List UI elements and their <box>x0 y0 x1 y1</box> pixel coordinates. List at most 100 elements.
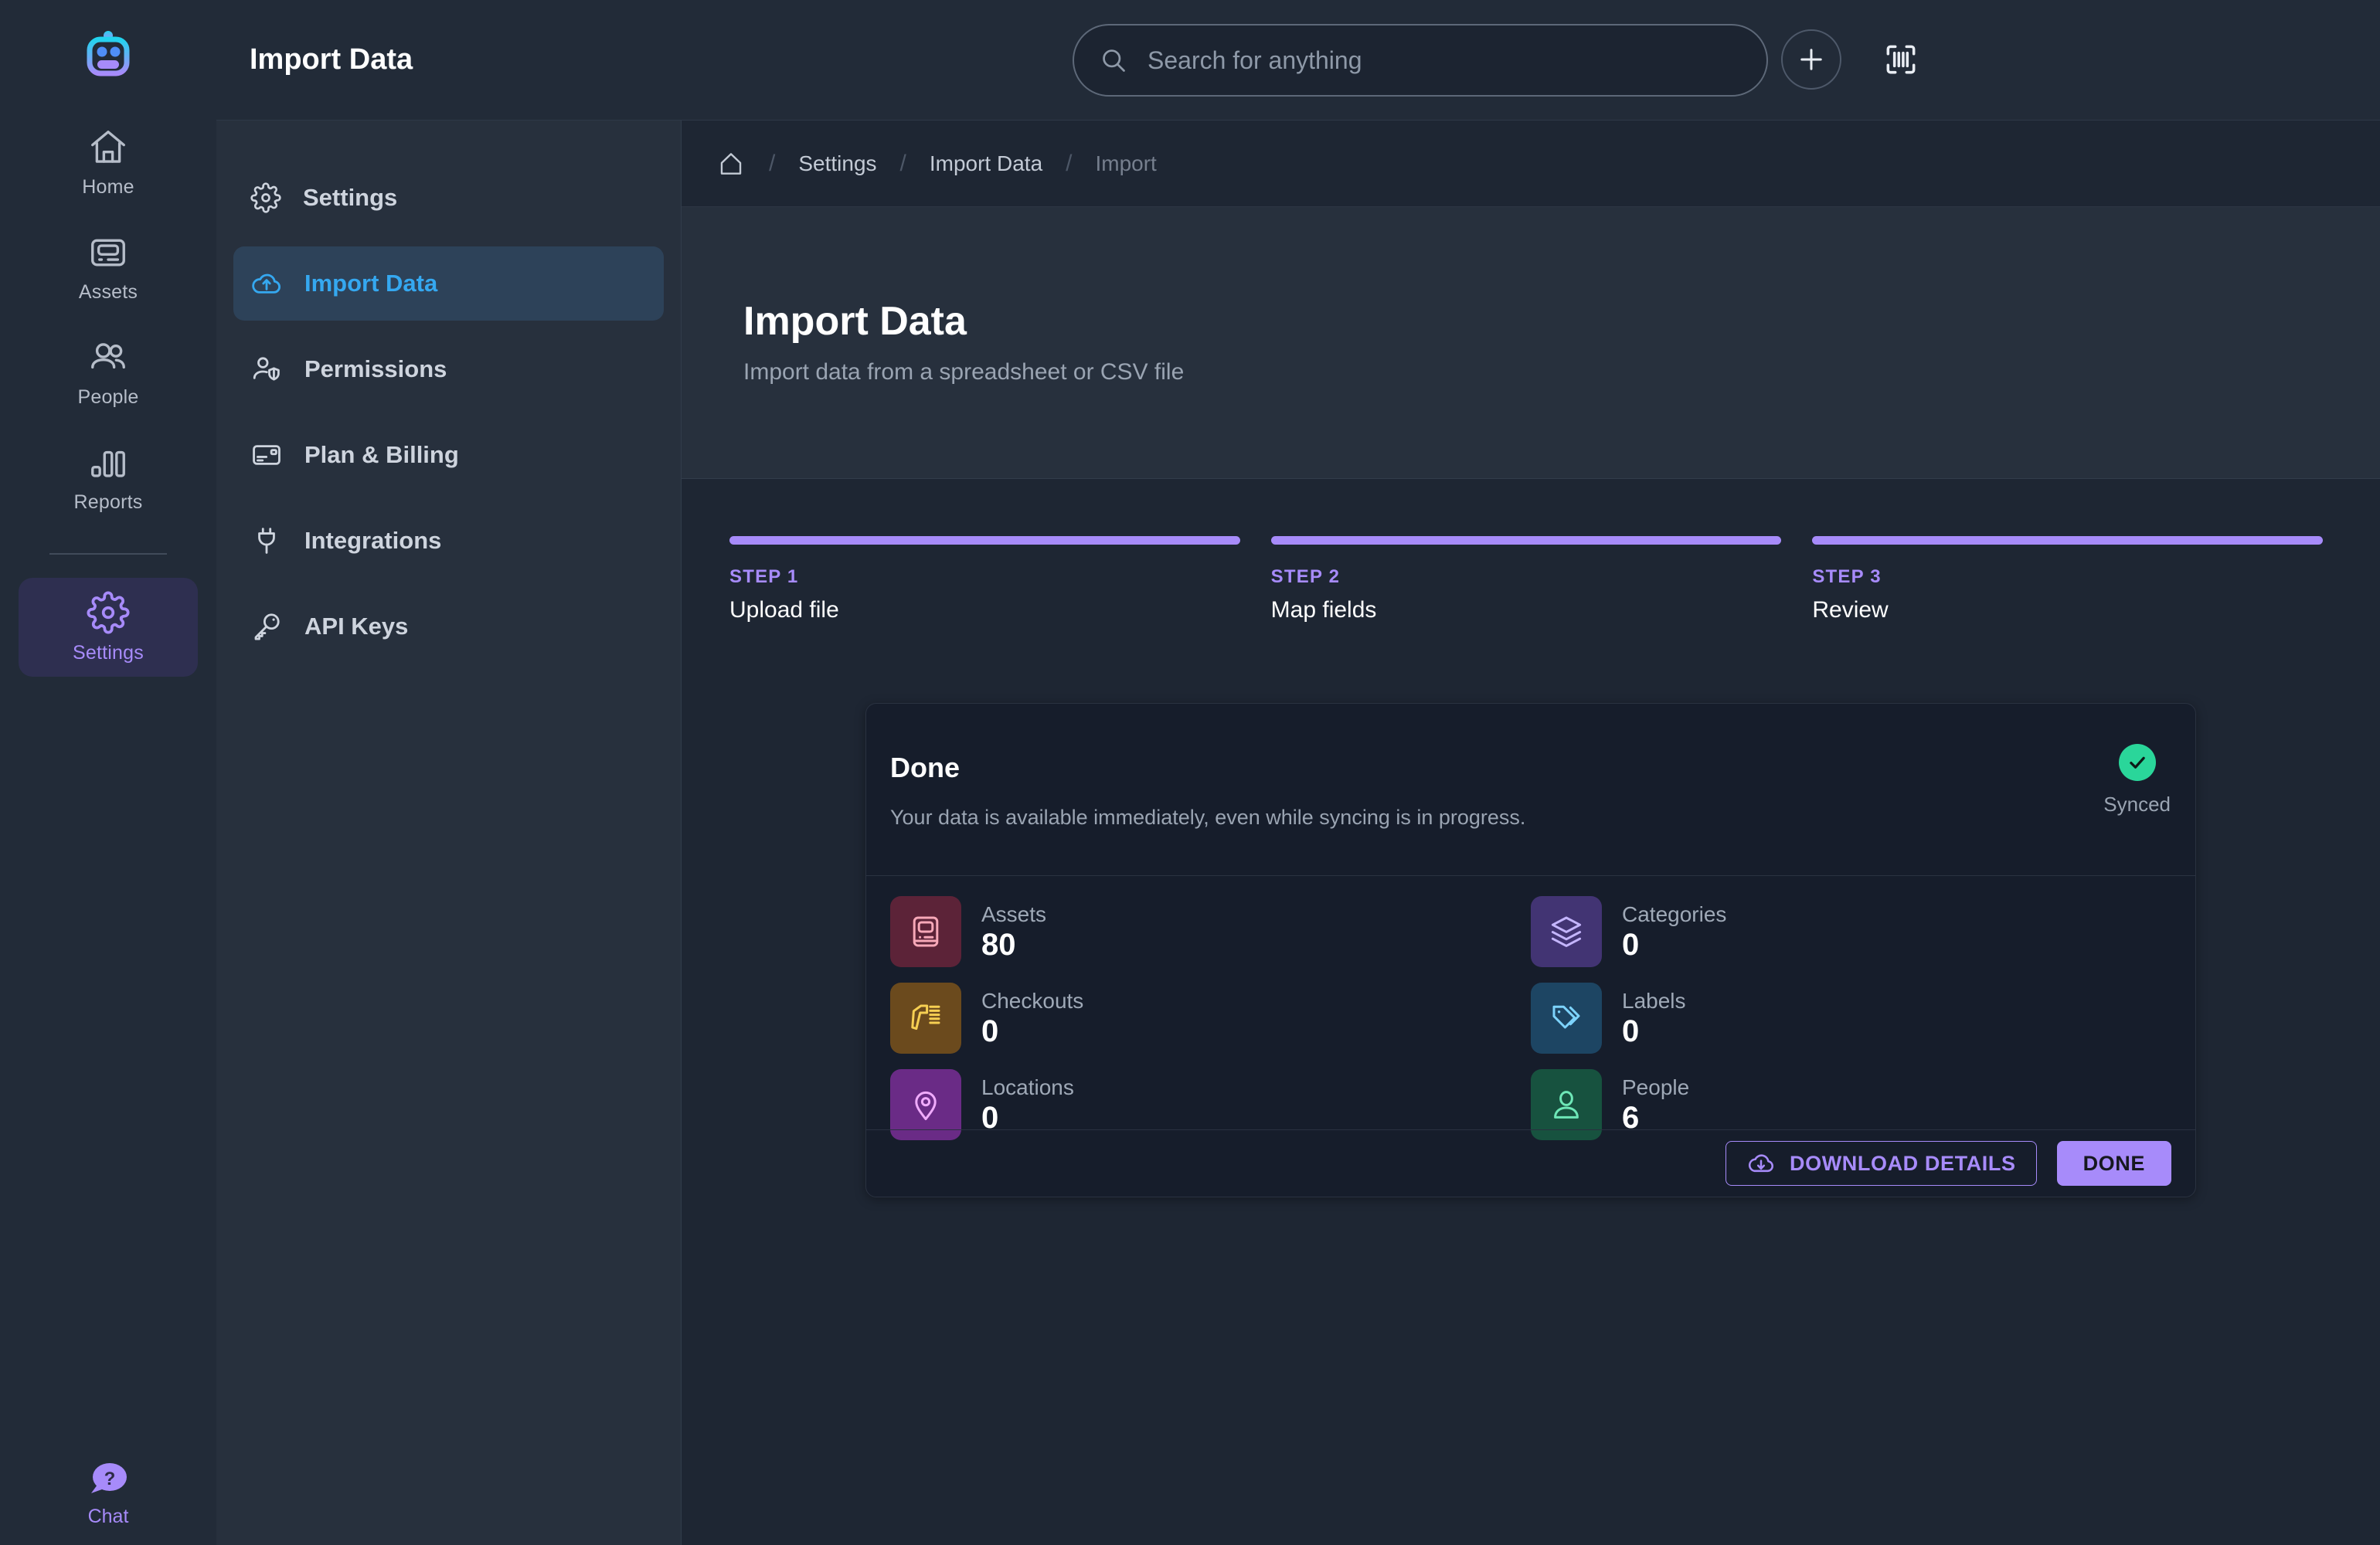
subnav-item-integrations[interactable]: Integrations <box>233 504 664 578</box>
step-number: STEP 2 <box>1270 566 1341 587</box>
step-number: STEP 3 <box>1812 566 1882 587</box>
key-icon <box>250 610 283 643</box>
search-input[interactable]: Search for anything <box>1073 24 1768 97</box>
rail-item-settings[interactable]: Settings <box>19 578 198 677</box>
rail-item-label: Home <box>82 175 134 198</box>
stat-label: Locations <box>981 1075 1074 1099</box>
import-stats-grid: Assets 80 Categories 0 Checkouts 0 Label… <box>866 876 2195 1140</box>
check-circle-icon <box>2118 744 2156 781</box>
download-details-button[interactable]: DOWNLOAD DETAILS <box>1726 1141 2037 1186</box>
result-description: Your data is available immediately, even… <box>890 806 1526 829</box>
import-stepper: STEP 1 Upload file STEP 2 Map fields STE… <box>729 536 2324 623</box>
stat-label: People <box>1622 1075 1690 1099</box>
subnav-item-label: Import Data <box>304 270 438 297</box>
gear-icon <box>250 182 281 213</box>
breadcrumb-item-settings[interactable]: Settings <box>798 151 876 176</box>
subnav-item-label: API Keys <box>304 613 409 640</box>
plus-icon <box>1795 43 1828 76</box>
reports-icon <box>87 442 129 484</box>
stat-value: 0 <box>1622 928 1640 963</box>
breadcrumb-separator: / <box>899 150 906 176</box>
top-bar: Import Data Search for anything <box>216 0 2380 121</box>
subnav-item-label: Settings <box>303 184 398 211</box>
svg-text:?: ? <box>104 1469 116 1489</box>
step-3[interactable]: STEP 3 Review <box>1812 536 2324 623</box>
rail-item-label: Settings <box>73 641 144 664</box>
done-button[interactable]: DONE <box>2056 1141 2171 1186</box>
rail-item-label: Reports <box>73 491 143 513</box>
gear-icon <box>87 591 130 634</box>
rail-item-people[interactable]: People <box>19 323 198 422</box>
stat-label: Labels <box>1622 988 1686 1013</box>
page-title-header: Import Data <box>250 43 413 76</box>
done-button-label: DONE <box>2082 1151 2145 1175</box>
subnav-item-import-data[interactable]: Import Data <box>233 246 664 321</box>
stat-checkouts: Checkouts 0 <box>890 983 1531 1054</box>
layers-icon <box>1531 896 1602 967</box>
rail-item-reports[interactable]: Reports <box>19 428 198 527</box>
chat-label: Chat <box>87 1506 129 1527</box>
page-title: Import Data <box>743 299 967 344</box>
home-outline-icon[interactable] <box>716 149 746 178</box>
robot-logo-icon[interactable] <box>84 29 132 77</box>
cloud-upload-icon <box>250 267 283 300</box>
result-card-footer: DOWNLOAD DETAILS DONE <box>866 1129 2195 1197</box>
breadcrumb-item-import-data[interactable]: Import Data <box>930 151 1042 176</box>
settings-subnav: Settings Import Data Permissions Plan & … <box>216 121 682 1545</box>
subnav-item-label: Plan & Billing <box>304 441 459 468</box>
stat-value: 0 <box>981 1014 999 1049</box>
stat-value: 0 <box>1622 1014 1640 1049</box>
step-name: Upload file <box>729 597 839 623</box>
step-name: Review <box>1812 597 1889 623</box>
step-number: STEP 1 <box>729 566 799 587</box>
search-placeholder: Search for anything <box>1148 46 1362 74</box>
breadcrumb: / Settings / Import Data / Import <box>682 121 2380 207</box>
tag-icon <box>1531 983 1602 1054</box>
breadcrumb-separator: / <box>1066 150 1073 176</box>
rail-item-home[interactable]: Home <box>19 113 198 212</box>
download-details-label: DOWNLOAD DETAILS <box>1790 1151 2016 1175</box>
page-heading-band: Import Data Import data from a spreadshe… <box>682 207 2380 479</box>
stat-label: Categories <box>1622 902 1727 926</box>
result-title: Done <box>890 752 960 783</box>
plug-icon <box>250 525 283 557</box>
search-icon <box>1100 46 1127 74</box>
user-shield-icon <box>250 353 283 385</box>
barcode-scan-button[interactable] <box>1876 35 1926 84</box>
breadcrumb-item-import: Import <box>1095 151 1157 175</box>
primary-nav-rail: Home Assets People Reports Settings ? Ch… <box>0 0 216 1545</box>
stat-value: 80 <box>981 928 1016 963</box>
step-name: Map fields <box>1270 597 1377 623</box>
step-1[interactable]: STEP 1 Upload file <box>729 536 1240 623</box>
sync-status-label: Synced <box>2103 793 2171 816</box>
subnav-item-label: Permissions <box>304 355 447 382</box>
main-content: STEP 1 Upload file STEP 2 Map fields STE… <box>682 479 2380 1545</box>
subnav-item-permissions[interactable]: Permissions <box>233 332 664 406</box>
people-icon <box>87 337 129 379</box>
scanner-icon <box>890 983 961 1054</box>
step-progress-bar <box>729 536 1240 545</box>
subnav-item-settings[interactable]: Settings <box>233 161 664 235</box>
step-2[interactable]: STEP 2 Map fields <box>1270 536 1782 623</box>
subnav-item-plan-billing[interactable]: Plan & Billing <box>233 418 664 492</box>
step-progress-bar <box>1812 536 2324 545</box>
breadcrumb-separator: / <box>769 150 776 176</box>
page-subtitle: Import data from a spreadsheet or CSV fi… <box>743 359 1185 385</box>
rail-divider <box>49 553 167 555</box>
credit-card-icon <box>250 439 283 471</box>
subnav-item-label: Integrations <box>304 527 442 554</box>
stat-assets: Assets 80 <box>890 896 1531 967</box>
rail-item-assets[interactable]: Assets <box>19 218 198 317</box>
chat-help-button[interactable]: ? Chat <box>0 1461 216 1528</box>
status-badge: Synced <box>2103 744 2171 817</box>
cloud-download-icon <box>1746 1149 1776 1178</box>
stat-categories: Categories 0 <box>1531 896 2171 967</box>
barcode-scan-icon <box>1882 40 1920 79</box>
result-card-header: Done Your data is available immediately,… <box>866 704 2195 876</box>
chat-help-icon: ? <box>88 1461 128 1498</box>
subnav-item-api-keys[interactable]: API Keys <box>233 589 664 664</box>
add-button[interactable] <box>1781 29 1841 90</box>
import-result-card: Done Your data is available immediately,… <box>865 703 2196 1197</box>
home-icon <box>87 127 129 168</box>
stat-label: Assets <box>981 902 1047 926</box>
